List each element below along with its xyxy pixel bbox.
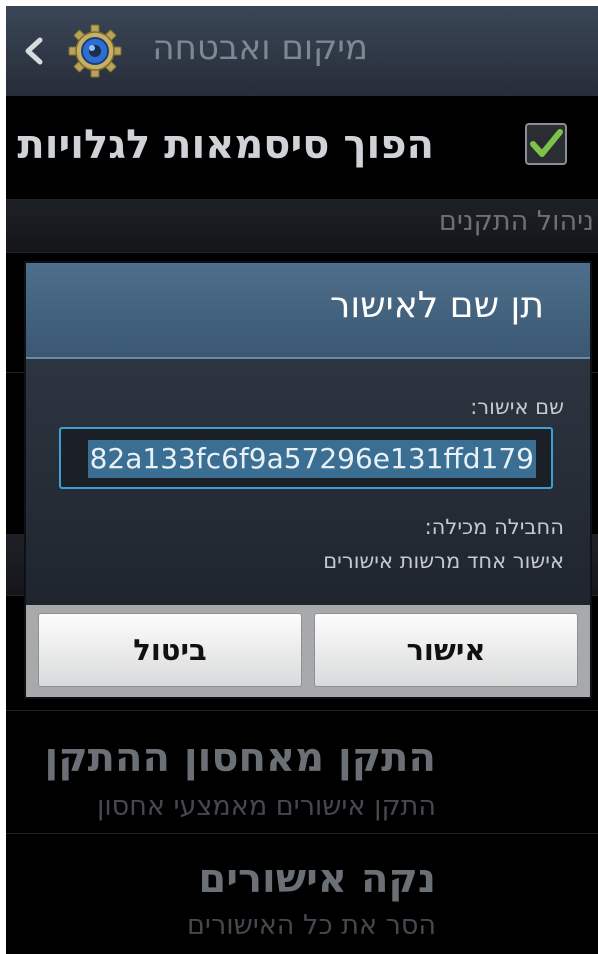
item-subtitle: הסר את כל האישורים xyxy=(187,910,436,941)
bundle-contents-text: אישור אחד מרשות אישורים xyxy=(323,549,564,573)
dialog-button-bar: אישור ביטול xyxy=(26,605,590,697)
page-title: מיקום ואבטחה xyxy=(152,28,368,68)
dialog-title: תן שם לאישור xyxy=(330,285,544,326)
setting-install-from-storage[interactable]: התקן מאחסון ההתקן התקן אישורים מאמצעי אח… xyxy=(6,711,598,833)
ok-button[interactable]: אישור xyxy=(314,613,578,687)
section-title: ניהול התקנים xyxy=(438,206,594,237)
action-bar: מיקום ואבטחה xyxy=(6,6,598,96)
item-title: התקן מאחסון ההתקן xyxy=(44,735,436,781)
screen: מיקום ואבטחה הפוך סיסמאות לגלויות ניהול … xyxy=(6,6,598,954)
certificate-name-label: שם אישור: xyxy=(470,395,564,419)
setting-visible-passwords[interactable]: הפוך סיסמאות לגלויות xyxy=(6,96,598,199)
setting-label: הפוך סיסמאות לגלויות xyxy=(17,122,434,168)
chevron-left-icon[interactable] xyxy=(18,34,48,68)
dialog-body: שם אישור: 82a133fc6f9a57296e131ffd179 הח… xyxy=(26,359,590,605)
setting-clear-credentials[interactable]: נקה אישורים הסר את כל האישורים xyxy=(6,834,598,954)
gear-icon xyxy=(68,24,122,78)
item-subtitle: התקן אישורים מאמצעי אחסון xyxy=(96,791,436,822)
certificate-name-input[interactable]: 82a133fc6f9a57296e131ffd179 xyxy=(59,427,553,489)
name-certificate-dialog: תן שם לאישור שם אישור: 82a133fc6f9a57296… xyxy=(26,263,590,697)
item-title: נקה אישורים xyxy=(198,856,436,902)
cancel-button[interactable]: ביטול xyxy=(38,613,302,687)
certificate-name-value[interactable]: 82a133fc6f9a57296e131ffd179 xyxy=(87,440,536,478)
dialog-header: תן שם לאישור xyxy=(26,263,590,359)
checkbox-checked-icon[interactable] xyxy=(524,122,568,166)
bundle-contains-label: החבילה מכילה: xyxy=(424,515,564,539)
section-header-device-admin: ניהול התקנים xyxy=(6,199,598,253)
